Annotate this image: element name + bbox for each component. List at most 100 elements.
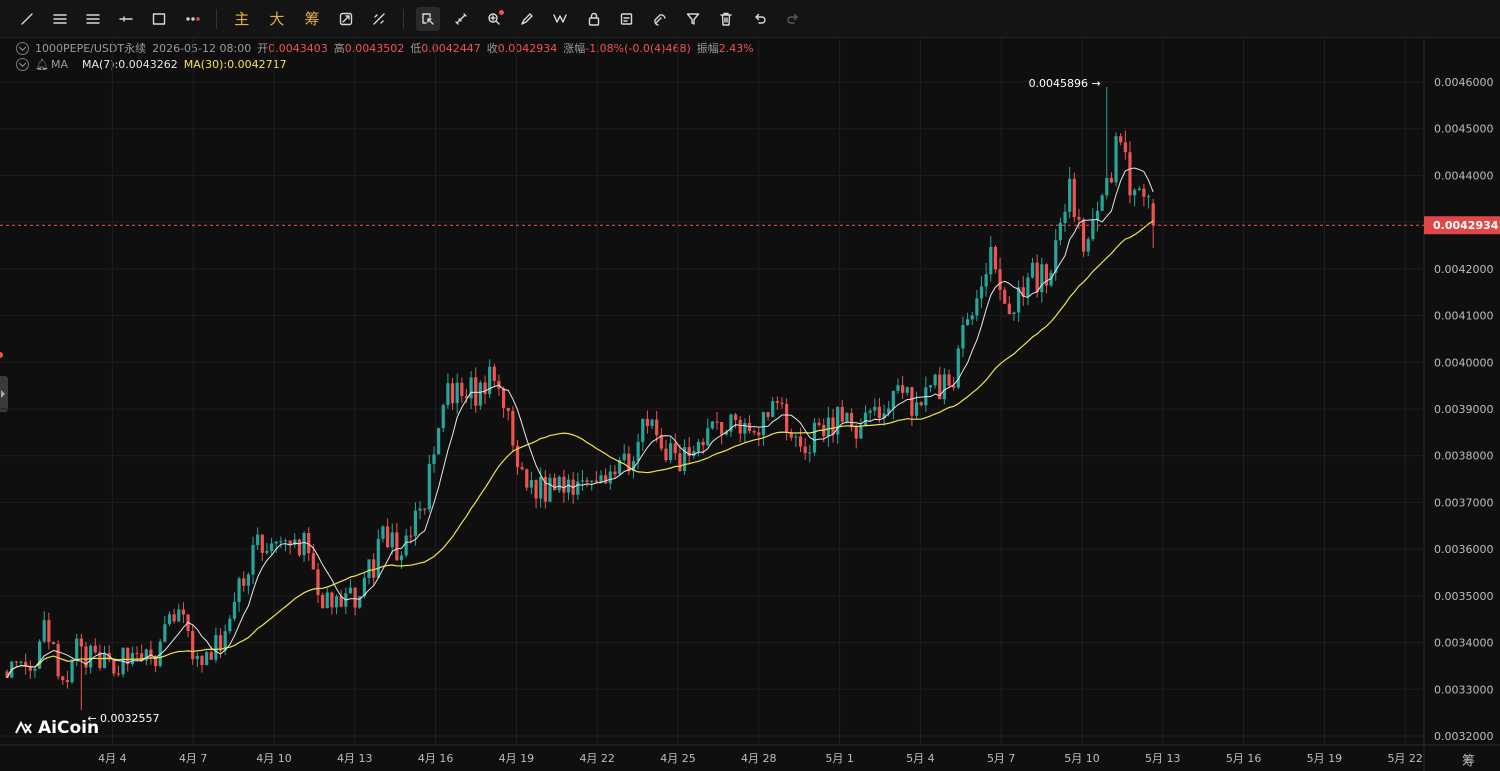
candle-body xyxy=(283,540,288,542)
more-shapes-icon[interactable] xyxy=(181,7,205,31)
candle-body xyxy=(845,413,849,422)
candle-body xyxy=(919,402,923,406)
candle-body xyxy=(673,443,677,454)
candle-body xyxy=(89,645,93,668)
time-tick-label: 4月 10 xyxy=(256,752,292,765)
candle-body xyxy=(413,510,418,536)
rectangle-icon[interactable] xyxy=(147,7,171,31)
candle-body xyxy=(733,414,738,420)
chip-button[interactable]: 筹 xyxy=(299,7,325,31)
candle-body xyxy=(409,535,413,537)
zoom-alert-icon[interactable] xyxy=(482,7,506,31)
auto-draw-icon[interactable] xyxy=(334,7,358,31)
candle-body xyxy=(956,348,960,388)
filter-icon[interactable] xyxy=(681,7,705,31)
big-order-button[interactable]: 大 xyxy=(264,7,290,31)
candle-body xyxy=(460,382,464,397)
candle-body xyxy=(873,406,877,411)
candle-body xyxy=(492,366,496,381)
candle-body xyxy=(334,596,339,608)
candle-body xyxy=(775,401,779,403)
grid xyxy=(0,38,1500,771)
candles xyxy=(5,86,1155,710)
candle-body xyxy=(1026,277,1030,297)
pattern-icon[interactable] xyxy=(548,7,572,31)
magnet-icon[interactable] xyxy=(648,7,672,31)
ruler-icon[interactable] xyxy=(449,7,473,31)
candle-body xyxy=(506,408,510,411)
candle-body xyxy=(947,374,951,386)
redo-icon xyxy=(781,7,805,31)
candle-body xyxy=(1081,219,1086,252)
time-tick-label: 5月 4 xyxy=(906,752,935,765)
candle-body xyxy=(798,436,803,447)
candle-body xyxy=(390,532,394,548)
candle-body xyxy=(1058,222,1062,241)
parallel-lines-icon[interactable] xyxy=(81,7,105,31)
candle-body xyxy=(237,578,241,603)
candle-body xyxy=(1007,303,1011,315)
candle-body xyxy=(891,390,895,409)
ma7-line xyxy=(6,167,1154,678)
candle-body xyxy=(265,550,269,553)
candle-body xyxy=(1123,142,1127,153)
candle-body xyxy=(297,539,302,556)
high-marker-label: 0.0045896 → xyxy=(1029,77,1101,90)
candle-body xyxy=(580,480,585,482)
candle-body xyxy=(51,642,56,645)
time-tick-label: 4月 4 xyxy=(98,752,127,765)
candle-body xyxy=(905,387,909,393)
candle-body xyxy=(877,406,882,419)
candle-body xyxy=(112,659,116,674)
candle-body xyxy=(1095,210,1100,220)
time-tick-label: 5月 13 xyxy=(1145,752,1181,765)
candle-body xyxy=(933,374,937,386)
drawing-toolbar: 主 大 筹 xyxy=(0,0,1500,38)
lock-icon[interactable] xyxy=(582,7,606,31)
candle-body xyxy=(771,401,775,417)
candle-body xyxy=(1068,178,1072,212)
candle-body xyxy=(293,539,297,546)
candle-body xyxy=(989,246,993,275)
horizontal-lines-icon[interactable] xyxy=(48,7,72,31)
candle-body xyxy=(1100,195,1104,211)
brush-icon[interactable] xyxy=(515,7,539,31)
candle-body xyxy=(817,422,821,425)
measure-icon[interactable] xyxy=(367,7,391,31)
candle-body xyxy=(942,374,946,400)
candle-body xyxy=(348,587,353,594)
candle-body xyxy=(678,453,682,471)
candle-body xyxy=(826,417,830,437)
candle-body xyxy=(167,614,172,625)
candle-body xyxy=(604,475,608,484)
candle-body xyxy=(1119,136,1123,143)
price-tick-label: 0.0035000 xyxy=(1434,590,1494,603)
logo-text: AiCoin xyxy=(38,718,100,738)
candle-body xyxy=(321,595,325,609)
toolbar-separator xyxy=(216,8,218,29)
main-chart-button[interactable]: 主 xyxy=(229,7,255,31)
candle-body xyxy=(1114,136,1118,183)
candle-body xyxy=(511,410,515,446)
price-tick-label: 0.0033000 xyxy=(1434,683,1494,696)
horizontal-ray-icon[interactable] xyxy=(114,7,138,31)
candle-body xyxy=(854,427,858,439)
trash-icon[interactable] xyxy=(714,7,738,31)
trend-line-icon[interactable] xyxy=(15,7,39,31)
candle-body xyxy=(696,441,701,452)
undo-icon[interactable] xyxy=(748,7,772,31)
edit-icon[interactable] xyxy=(615,7,639,31)
candle-body xyxy=(181,609,186,615)
time-tick-label: 4月 22 xyxy=(579,752,615,765)
candle-body xyxy=(970,315,974,320)
candle-body xyxy=(534,480,538,499)
price-chart[interactable]: 0.00460000.00450000.00440000.00430000.00… xyxy=(0,38,1500,771)
candle-body xyxy=(650,419,654,426)
candle-body xyxy=(743,422,747,434)
candle-body xyxy=(622,453,626,461)
corner-buttons[interactable]: 筹 爆 xyxy=(1462,750,1500,771)
candle-body xyxy=(228,618,232,632)
candle-body xyxy=(242,578,246,586)
select-icon[interactable] xyxy=(415,6,440,31)
price-axis: 0.00460000.00450000.00440000.00430000.00… xyxy=(1434,76,1494,743)
